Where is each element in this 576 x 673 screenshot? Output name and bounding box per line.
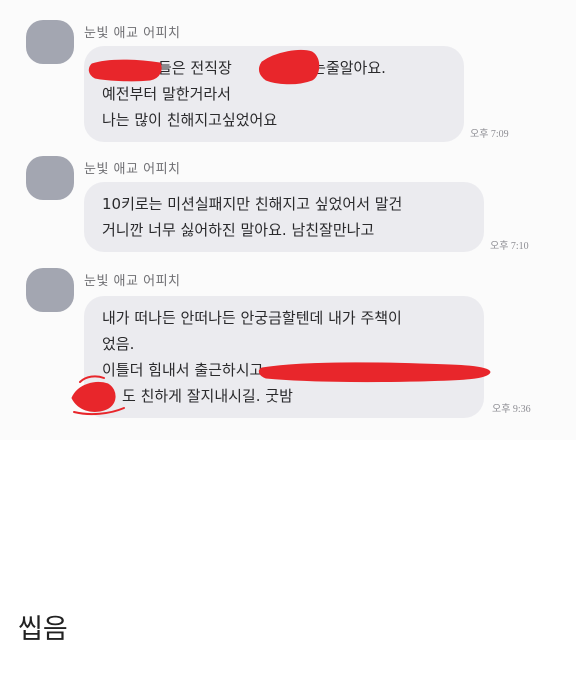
message-line: 나는 많이 친해지고싶었어요: [102, 111, 278, 129]
message-bubble[interactable]: 들은 전직장 로 가는줄알아요. 예전부터 말한거라서 나는 많이 친해지고싶었어…: [84, 46, 464, 142]
sender-name: 눈빛 애교 어피치: [84, 162, 181, 177]
sender-name: 눈빛 애교 어피치: [84, 26, 181, 41]
avatar[interactable]: [26, 156, 74, 200]
message-line: 예전부터 말한거라서: [102, 85, 231, 103]
message-line: 이틀더 힘내서 출근하시고: [102, 361, 264, 379]
message-bubble[interactable]: 내가 떠나든 안떠나든 안궁금할텐데 내가 주책이 었음. 이틀더 힘내서 출근…: [84, 296, 484, 418]
message-line: 10키로는 미션실패지만 친해지고 싶었어서 말건: [102, 195, 403, 213]
timestamp: 오후 7:09: [470, 129, 509, 140]
message-bubble[interactable]: 10키로는 미션실패지만 친해지고 싶었어서 말건 거니깐 너무 싫어하진 말아…: [84, 182, 484, 252]
chat-screenshot: 눈빛 애교 어피치 들은 전직장 로 가는줄알아요. 예전부터 말한거라서 나는 …: [0, 0, 576, 440]
timestamp: 오후 9:36: [492, 404, 531, 415]
message-line: 었음.: [102, 335, 135, 353]
message-line: 거니깐 너무 싫어하진 말아요. 남친잘만나고: [102, 221, 375, 239]
timestamp: 오후 7:10: [490, 241, 529, 252]
message-text-fragment: 로 가는줄알아요.: [279, 59, 386, 77]
message-text-fragment: 들은 전직장: [158, 59, 232, 77]
message-line: 내가 떠나든 안떠나든 안궁금할텐데 내가 주책이: [102, 309, 402, 327]
caption-text: 씹음: [18, 614, 68, 645]
sender-name: 눈빛 애교 어피치: [84, 274, 181, 289]
avatar[interactable]: [26, 20, 74, 64]
avatar[interactable]: [26, 268, 74, 312]
message-line: 도 친하게 잘지내시길. 굿밤: [102, 383, 466, 409]
message-line: 들은 전직장 로 가는줄알아요.: [102, 55, 446, 81]
message-text-fragment: 도 친하게 잘지내시길. 굿밤: [122, 387, 293, 405]
